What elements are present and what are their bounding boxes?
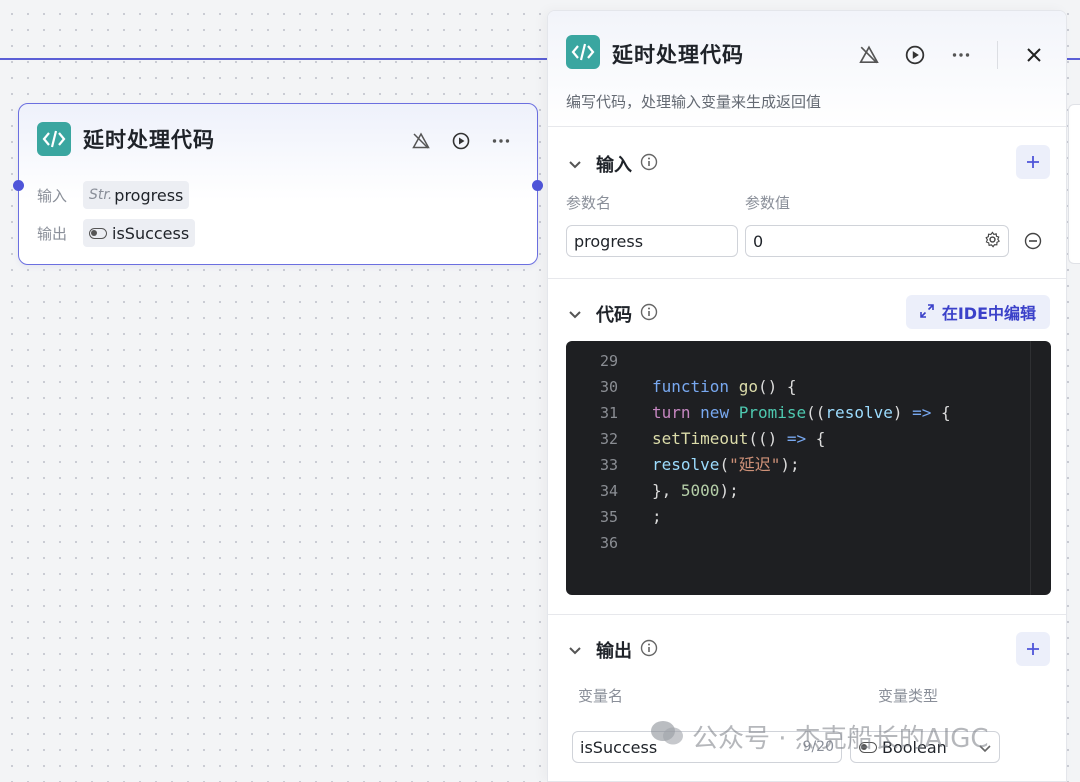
- param-value-value: 0: [753, 231, 764, 251]
- input-section-title[interactable]: 输入: [568, 151, 658, 177]
- close-icon[interactable]: [1024, 45, 1044, 65]
- param-name-value: progress: [574, 231, 644, 251]
- gear-icon[interactable]: [984, 230, 1001, 252]
- node-output-label: 输出: [37, 224, 68, 243]
- var-type-select[interactable]: Boolean: [850, 731, 1000, 763]
- code-node-card[interactable]: 延时处理代码 输入 Str. progress 输出 isSuccess: [13, 103, 543, 265]
- code-line: 32: [599, 430, 618, 448]
- boolean-type-icon: [859, 741, 877, 753]
- info-icon[interactable]: [640, 153, 658, 176]
- run-icon[interactable]: [451, 131, 471, 151]
- panel-title: 延时处理代码: [612, 43, 744, 67]
- node-header: 延时处理代码: [37, 122, 215, 156]
- node-config-panel: 延时处理代码 编写代码，处理输入变量来生成返回值 输入 参数名 参数值 prog…: [547, 10, 1067, 782]
- output-section: 输出 变量名 变量类型 isSuccess 9/20 Boolean: [548, 615, 1066, 781]
- var-name-value: isSuccess: [580, 737, 658, 757]
- node-output-row: 输出 isSuccess: [37, 219, 196, 247]
- chevron-down-icon[interactable]: [568, 640, 582, 661]
- node-input-chip: Str. progress: [83, 181, 190, 209]
- node-input-value: progress: [114, 185, 184, 205]
- info-icon[interactable]: [640, 303, 658, 326]
- param-value-header: 参数值: [745, 194, 791, 212]
- param-name-input[interactable]: progress: [566, 225, 738, 257]
- node-actions: [411, 131, 511, 151]
- code-section: 代码 在IDE中编辑 29 30 31 32 33 34 35 36 funct…: [548, 279, 1066, 615]
- char-counter: 9/20: [802, 739, 834, 755]
- code-text: setTimeout(() => {: [652, 429, 826, 448]
- code-line: 36: [599, 534, 618, 552]
- code-line: 33: [599, 456, 618, 474]
- var-name-header: 变量名: [578, 687, 624, 705]
- add-output-button[interactable]: [1016, 632, 1050, 666]
- boolean-type-icon: [89, 227, 107, 239]
- more-icon[interactable]: [951, 45, 971, 65]
- run-icon[interactable]: [905, 45, 925, 65]
- code-line: 30: [599, 378, 618, 396]
- chevron-down-icon[interactable]: [568, 304, 582, 325]
- panel-header: 延时处理代码 编写代码，处理输入变量来生成返回值: [548, 11, 1066, 127]
- connection-line: [0, 58, 560, 60]
- warning-off-icon[interactable]: [859, 45, 879, 65]
- param-name-header: 参数名: [566, 194, 612, 212]
- chevron-down-icon: [979, 738, 991, 757]
- panel-code-icon: [566, 35, 600, 69]
- add-input-button[interactable]: [1016, 145, 1050, 179]
- edit-in-ide-button[interactable]: 在IDE中编辑: [905, 295, 1050, 329]
- code-text: turn new Promise((resolve) => {: [652, 403, 951, 422]
- info-icon[interactable]: [640, 639, 658, 662]
- output-section-label: 输出: [596, 641, 632, 662]
- code-text: ;: [652, 507, 662, 526]
- node-output-port[interactable]: [532, 180, 543, 191]
- code-icon: [37, 122, 71, 156]
- node-input-label: 输入: [37, 186, 68, 205]
- code-text: function go() {: [652, 377, 797, 396]
- header-divider: [997, 41, 998, 69]
- node-output-chip: isSuccess: [83, 219, 196, 247]
- code-text: resolve("延迟");: [652, 455, 800, 474]
- node-output-value: isSuccess: [112, 223, 190, 243]
- code-editor[interactable]: 29 30 31 32 33 34 35 36 function go() { …: [566, 341, 1051, 595]
- remove-param-icon[interactable]: [1024, 232, 1042, 254]
- code-text: }, 5000);: [652, 481, 739, 500]
- var-type-value: Boolean: [882, 737, 947, 757]
- warning-off-icon[interactable]: [411, 131, 431, 151]
- more-icon[interactable]: [491, 131, 511, 151]
- code-line: 31: [599, 404, 618, 422]
- edit-in-ide-label: 在IDE中编辑: [941, 304, 1036, 323]
- chevron-down-icon[interactable]: [568, 154, 582, 175]
- code-section-label: 代码: [596, 305, 632, 326]
- code-line: 34: [599, 482, 618, 500]
- editor-ruler: [1030, 341, 1031, 595]
- output-section-title[interactable]: 输出: [568, 637, 658, 663]
- adjacent-node-peek[interactable]: [1068, 104, 1080, 264]
- string-type-icon: Str.: [89, 187, 113, 203]
- code-section-title[interactable]: 代码: [568, 301, 658, 327]
- var-type-header: 变量类型: [878, 687, 939, 705]
- node-title: 延时处理代码: [83, 128, 215, 152]
- node-input-row: 输入 Str. progress: [37, 181, 190, 209]
- expand-icon: [920, 303, 934, 322]
- input-section: 输入 参数名 参数值 progress 0: [548, 127, 1066, 279]
- panel-actions: [859, 41, 1044, 69]
- param-value-input[interactable]: 0: [745, 225, 1009, 257]
- code-line: 29: [599, 352, 618, 370]
- node-input-port[interactable]: [13, 180, 24, 191]
- var-name-input[interactable]: isSuccess 9/20: [572, 731, 842, 763]
- code-line: 35: [599, 508, 618, 526]
- input-section-label: 输入: [596, 155, 632, 176]
- var-type-display: Boolean: [859, 738, 947, 757]
- panel-description: 编写代码，处理输入变量来生成返回值: [566, 93, 822, 111]
